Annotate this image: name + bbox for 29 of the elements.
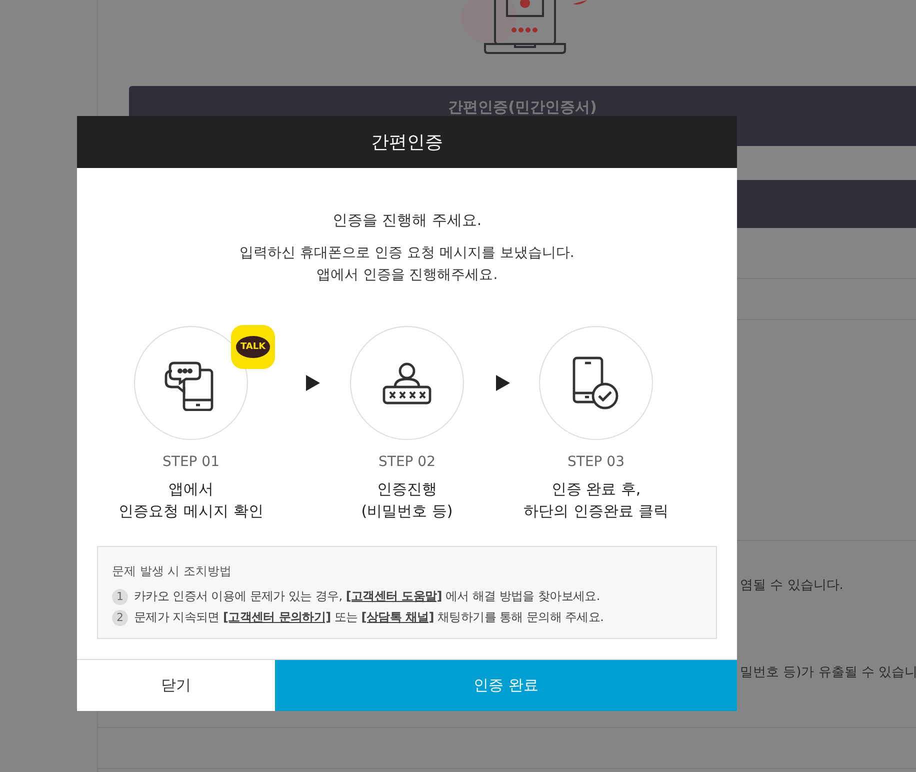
message-text: 입력하신 휴대폰으로 인증 요청 메시지를 보냈습니다.: [240, 244, 574, 263]
dialog-title: 간편인증: [371, 131, 443, 154]
step-description: 앱에서: [168, 479, 214, 500]
help-link[interactable]: [상담톡 채널]: [361, 610, 434, 624]
step-label: STEP 02: [378, 454, 436, 470]
number-badge: 1: [112, 588, 128, 604]
step-description: 인증요청 메시지 확인: [118, 501, 264, 522]
step-description: 하단의 인증완료 클릭: [524, 501, 668, 522]
help-link[interactable]: [고객센터 도움말]: [346, 589, 442, 603]
number-badge: 2: [112, 610, 128, 626]
help-link[interactable]: [고객센터 문의하기]: [222, 610, 331, 624]
help-text: 카카오 인증서 이용에 문제가 있는 경우, [고객센터 도움말] 에서 해결 방법을 찾아보세요.: [134, 588, 600, 605]
step-label: STEP 01: [162, 454, 220, 470]
note-text: 염될 수 있습니다.: [740, 577, 844, 595]
arrow-icon: [496, 375, 510, 391]
step-description: 인증진행: [376, 479, 437, 500]
arrow-icon: [306, 375, 320, 391]
message-text: 앱에서 인증을 진행해주세요.: [316, 266, 498, 285]
step-description: (비밀번호 등): [361, 501, 453, 522]
step-description: 인증 완료 후,: [551, 479, 641, 500]
heading: 인증을 진행해 주세요.: [332, 210, 482, 230]
talk-badge: TALK: [231, 325, 275, 369]
banner-title: 간편인증(민간인증서): [448, 98, 597, 118]
help-text: 문제가 지속되면 [고객센터 문의하기] 또는 [상담톡 채널] 채팅하기를 통해 문의해 주세요.: [134, 609, 604, 626]
note-text: 밀번호 등)가 유출될 수 있습니: [740, 664, 916, 682]
step-label: STEP 03: [568, 454, 624, 470]
phone-check-icon: [572, 356, 620, 410]
user-password-icon: [382, 361, 432, 405]
help-title: 문제 발생 시 조치방법: [112, 563, 232, 580]
